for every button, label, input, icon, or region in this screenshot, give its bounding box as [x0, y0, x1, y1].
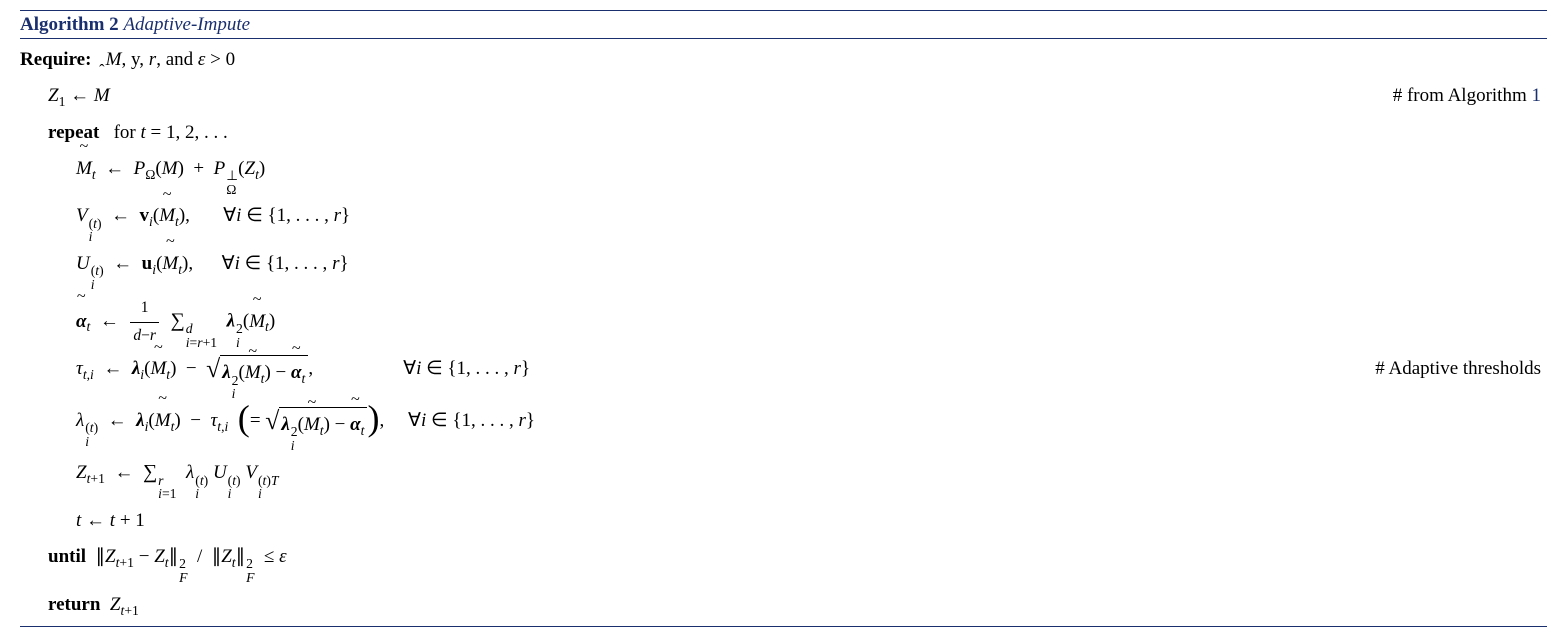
forall-clause: ∀i ∈ {1, . . . , r} — [222, 253, 349, 274]
until-line: until ∥Zt+1 − Zt∥2F / ∥Zt∥2F ≤ ε — [20, 539, 1547, 587]
z-update-line: Zt+1 ← ∑ri=1 λ(t)i U(t)i V(t)Ti — [20, 454, 1547, 503]
v-line: V(t)i ← vi(~Mt), ∀i ∈ {1, . . . , r} — [20, 198, 1547, 246]
t-increment-line: t ← t + 1 — [20, 503, 1547, 539]
repeat-line: repeat for t = 1, 2, . . . — [20, 115, 1547, 151]
require-keyword: Require: — [20, 49, 91, 70]
init-comment: # from Algorithm 1 — [1393, 80, 1547, 112]
mtilde-line: ~Mt ← PΩ(M) + P⊥Ω(Zt) — [20, 151, 1547, 199]
init-line: Z1 ← ˆM # from Algorithm 1 — [20, 78, 1547, 114]
algorithm-ref-link[interactable]: 1 — [1532, 85, 1542, 106]
tau-comment: # Adaptive thresholds — [1375, 353, 1547, 385]
algorithm-name: Adaptive-Impute — [123, 14, 250, 35]
forall-clause: ∀i ∈ {1, . . . , r} — [313, 353, 673, 385]
tau-line: τt,i ← λi(~Mt) − √ λ2i(~Mt) − ~αt , ∀i ∈… — [20, 351, 1547, 403]
algorithm-header: Algorithm 2 Adaptive-Impute — [20, 11, 1547, 39]
algorithm-label: Algorithm 2 — [20, 14, 119, 35]
return-line: return Zt+1 — [20, 587, 1547, 623]
forall-clause: ∀i ∈ {1, . . . , r} — [408, 410, 535, 431]
u-line: U(t)i ← ui(~Mt), ∀i ∈ {1, . . . , r} — [20, 246, 1547, 294]
lambda-line: λ(t)i ← λi(~Mt) − τt,i (= √ λ2i(~Mt) − ~… — [20, 403, 1547, 455]
require-line: Require: M, y, r, and ε > 0 — [20, 42, 1547, 78]
forall-clause: ∀i ∈ {1, . . . , r} — [223, 205, 350, 226]
algorithm-body: Require: M, y, r, and ε > 0 Z1 ← ˆM # fr… — [20, 39, 1547, 626]
algorithm-block: Algorithm 2 Adaptive-Impute Require: M, … — [20, 10, 1547, 627]
